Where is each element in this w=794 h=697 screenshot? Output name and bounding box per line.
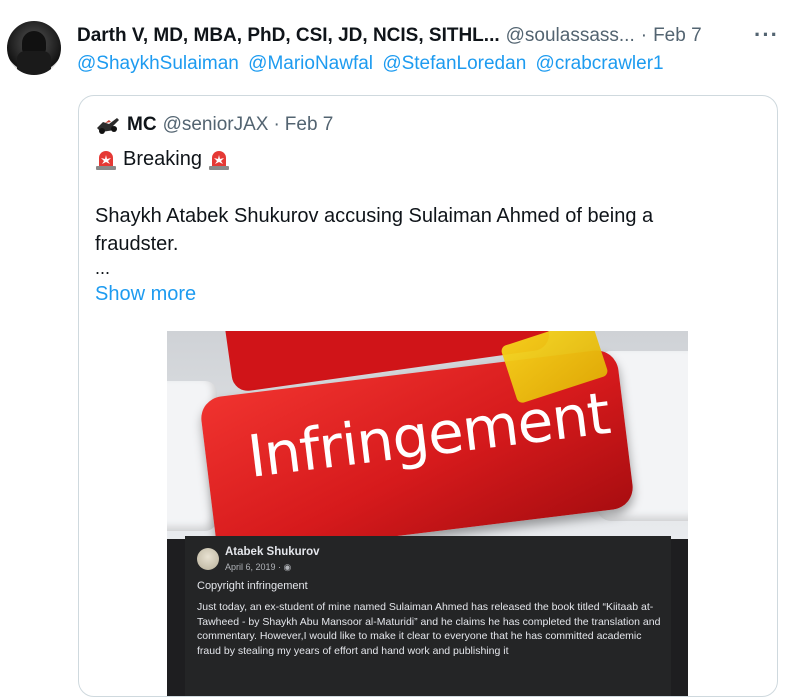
siren-icon	[95, 149, 117, 171]
quoted-separator: ·	[273, 114, 280, 135]
mention-link[interactable]: @crabcrawler1	[536, 53, 664, 74]
quoted-date[interactable]: Feb 7	[285, 114, 334, 136]
post-author-avatar	[197, 548, 219, 570]
avatar-body-shape	[17, 51, 51, 75]
show-more-link[interactable]: Show more	[95, 283, 196, 306]
quoted-headline: Breaking	[123, 148, 202, 170]
header-separator: ·	[640, 25, 648, 46]
tweet-date[interactable]: Feb 7	[653, 25, 702, 47]
quoted-media-image[interactable]: Infringement Atabek Shukurov April 6, 20…	[167, 331, 688, 696]
post-date: April 6, 2019 · ◉	[225, 562, 291, 573]
author-handle[interactable]: @soulassass...	[506, 25, 635, 47]
quoted-ellipsis: ...	[95, 258, 111, 278]
quoted-tweet-header: MC @seniorJAX · Feb 7	[95, 114, 333, 136]
author-display-name[interactable]: Darth V, MD, MBA, PhD, CSI, JD, NCIS, SI…	[77, 25, 500, 47]
post-text: Just today, an ex-student of mine named …	[197, 601, 661, 657]
mention-link[interactable]: @MarioNawfal	[248, 53, 373, 74]
race-car-icon	[95, 114, 121, 136]
keyboard-photo: Infringement	[167, 331, 688, 539]
quoted-handle[interactable]: @seniorJAX	[163, 114, 269, 136]
facebook-post-screenshot: Atabek Shukurov April 6, 2019 · ◉ Copyri…	[185, 536, 671, 696]
globe-icon: ◉	[283, 562, 292, 572]
post-title: Copyright infringement	[197, 580, 308, 592]
author-avatar[interactable]	[7, 21, 61, 75]
avatar-helmet-shape	[22, 31, 46, 53]
quoted-display-name[interactable]: MC	[127, 114, 157, 136]
mentions-line: @ShaykhSulaiman @MarioNawfal @StefanLore…	[77, 53, 668, 75]
post-date-text: April 6, 2019 ·	[225, 562, 284, 572]
siren-icon	[208, 149, 230, 171]
quoted-tweet[interactable]: MC @seniorJAX · Feb 7 Breaking Shaykh At…	[78, 95, 778, 697]
quoted-headline-line: Breaking	[95, 148, 230, 171]
post-author-name: Atabek Shukurov	[225, 546, 320, 558]
mention-link[interactable]: @StefanLoredan	[382, 53, 526, 74]
tweet-header: Darth V, MD, MBA, PhD, CSI, JD, NCIS, SI…	[77, 22, 702, 50]
quoted-body-text: Shaykh Atabek Shukurov accusing Sulaiman…	[95, 205, 654, 255]
mention-link[interactable]: @ShaykhSulaiman	[77, 53, 239, 74]
more-options-icon[interactable]: ···	[754, 22, 779, 48]
